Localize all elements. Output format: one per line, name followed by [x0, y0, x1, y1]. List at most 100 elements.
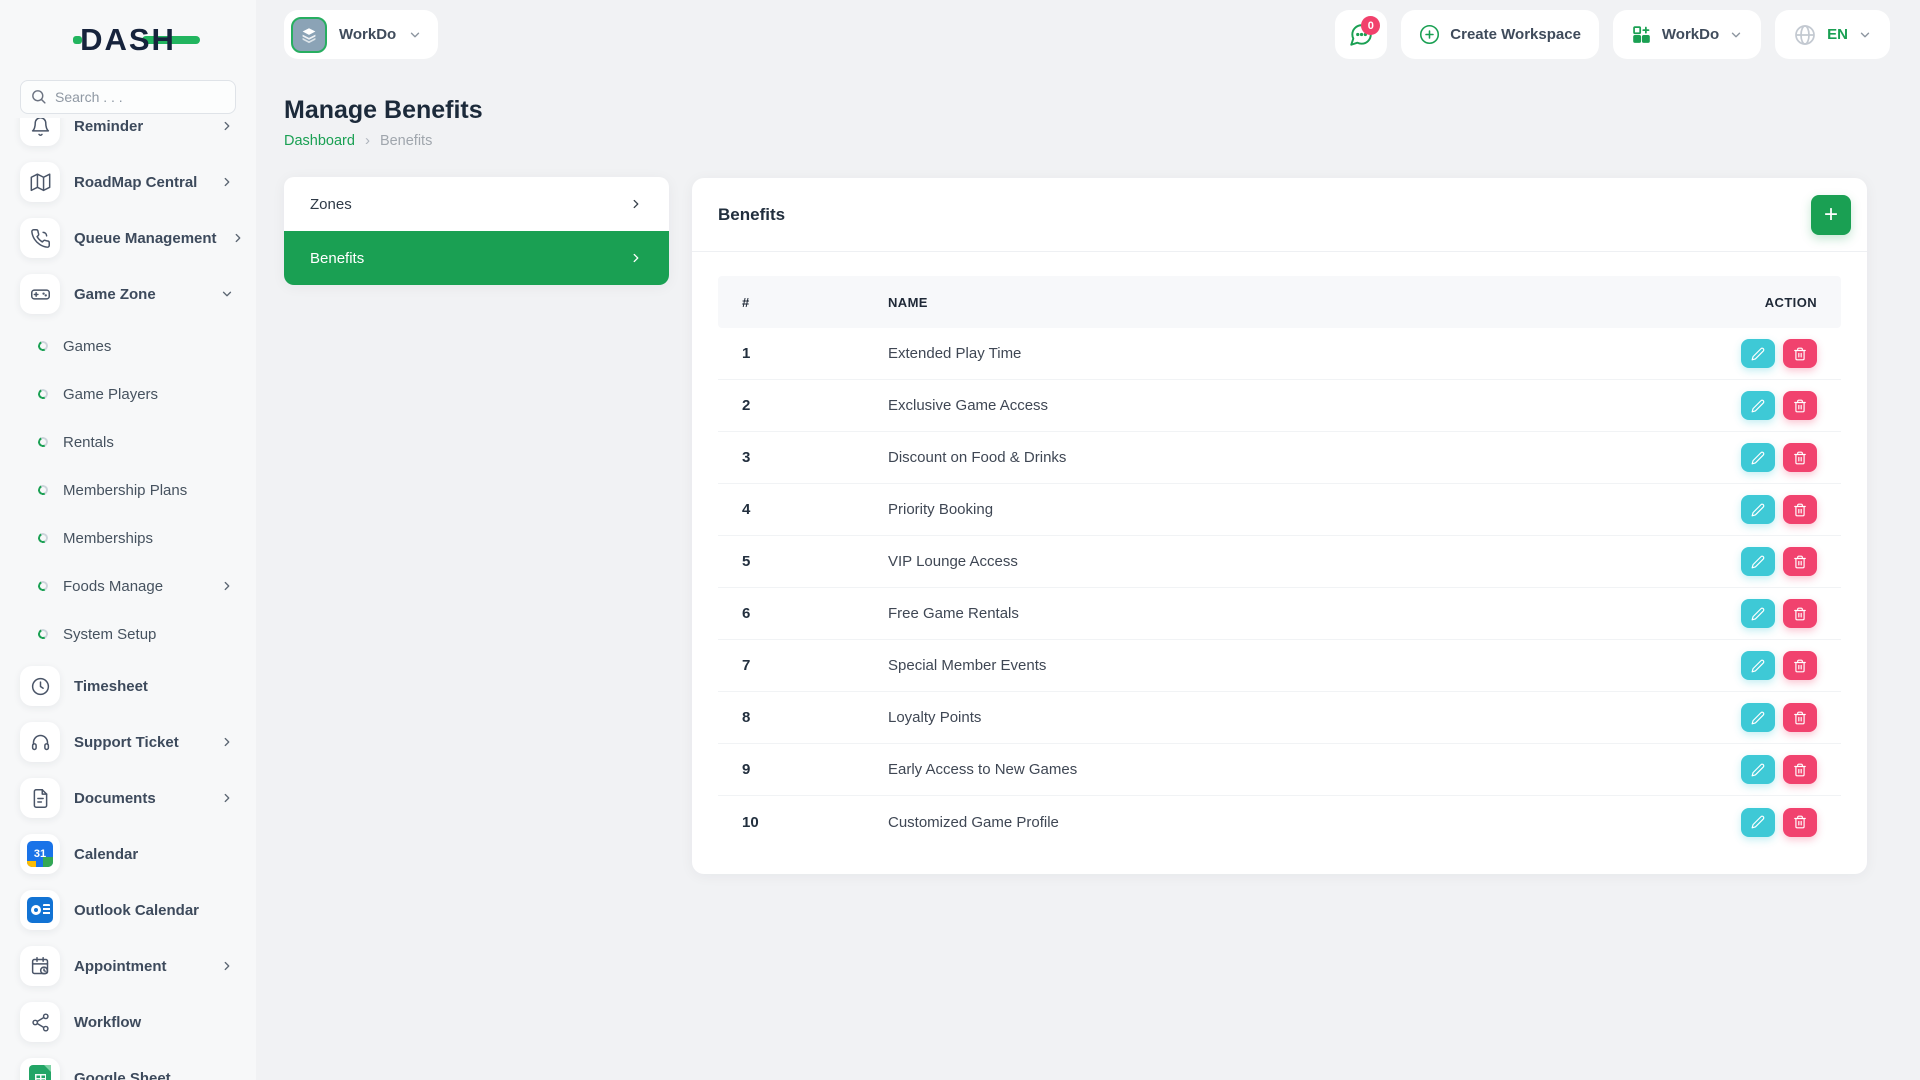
delete-button[interactable] [1783, 599, 1817, 628]
dot-icon [36, 627, 50, 641]
sidebar-item-label: Calendar [74, 845, 139, 863]
delete-button[interactable] [1783, 547, 1817, 576]
sidebar-item-rentals[interactable]: Rentals [0, 418, 256, 466]
sidebar-item-membership-plans[interactable]: Membership Plans [0, 466, 256, 514]
sidebar-item-timesheet[interactable]: Timesheet [0, 658, 256, 714]
sidebar-menu: Reminder RoadMap Central Queue Management G… [0, 118, 256, 1080]
sidebar-menu-viewport: Reminder RoadMap Central Queue Management G… [0, 118, 256, 1080]
breadcrumb: Dashboard › Benefits [284, 132, 432, 149]
dot-icon [36, 435, 50, 449]
headset-icon [20, 722, 60, 762]
add-benefit-button[interactable]: + [1811, 195, 1851, 235]
edit-button[interactable] [1741, 495, 1775, 524]
workspace-switcher[interactable]: WorkDo [1612, 10, 1762, 59]
sidebar-item-label: Game Zone [74, 285, 156, 303]
row-name: Early Access to New Games [888, 761, 1078, 778]
delete-button[interactable] [1783, 651, 1817, 680]
document-icon [20, 778, 60, 818]
edit-button[interactable] [1741, 443, 1775, 472]
outlook-icon [27, 897, 53, 923]
create-workspace-button[interactable]: Create Workspace [1401, 10, 1599, 59]
sidebar-item-reminder[interactable]: Reminder [0, 118, 256, 154]
language-selector[interactable]: EN [1775, 10, 1890, 59]
table-row: 10 Customized Game Profile [718, 796, 1841, 848]
sidebar-item-documents[interactable]: Documents [0, 770, 256, 826]
trash-icon [1794, 763, 1806, 776]
delete-button[interactable] [1783, 755, 1817, 784]
sidebar-item-game-zone[interactable]: Game Zone [0, 266, 256, 322]
dot-icon [36, 579, 50, 593]
edit-button[interactable] [1741, 755, 1775, 784]
table-row: 2 Exclusive Game Access [718, 380, 1841, 432]
delete-button[interactable] [1783, 391, 1817, 420]
sidebar-item-games[interactable]: Games [0, 322, 256, 370]
chevron-right-icon [629, 197, 643, 211]
grid-icon [1633, 26, 1650, 43]
sidebar-item-label: Memberships [63, 529, 154, 547]
delete-button[interactable] [1783, 703, 1817, 732]
row-name: Loyalty Points [888, 709, 982, 726]
sidebar-item-outlook-calendar[interactable]: Outlook Calendar [0, 882, 256, 938]
row-actions [1687, 651, 1817, 680]
pencil-icon [1751, 399, 1765, 412]
globe-icon [1795, 24, 1816, 45]
edit-button[interactable] [1741, 807, 1775, 837]
sidebar-item-label: Games [63, 337, 112, 355]
pencil-icon [1751, 451, 1765, 464]
table-row: 8 Loyalty Points [718, 692, 1841, 744]
search-input[interactable] [20, 80, 236, 114]
edit-button[interactable] [1741, 547, 1775, 576]
workspace-selector[interactable]: WorkDo [284, 10, 439, 59]
building-icon [291, 16, 327, 53]
chevron-down-icon [1858, 28, 1872, 42]
row-name: Discount on Food & Drinks [888, 449, 1067, 466]
edit-button[interactable] [1741, 703, 1775, 732]
delete-button[interactable] [1783, 339, 1817, 368]
sidebar-item-workflow[interactable]: Workflow [0, 994, 256, 1050]
submenu-item-zones[interactable]: Zones [284, 177, 669, 231]
edit-button[interactable] [1741, 599, 1775, 628]
table-row: 6 Free Game Rentals [718, 588, 1841, 640]
delete-button[interactable] [1783, 443, 1817, 472]
row-name: Exclusive Game Access [888, 397, 1049, 414]
row-actions [1687, 547, 1817, 576]
edit-button[interactable] [1741, 339, 1775, 368]
sidebar-item-support-ticket[interactable]: Support Ticket [0, 714, 256, 770]
workflow-icon [20, 1002, 60, 1042]
breadcrumb-separator: › [364, 132, 370, 149]
edit-button[interactable] [1741, 651, 1775, 680]
sidebar-item-queue-management[interactable]: Queue Management [0, 210, 256, 266]
row-number: 8 [742, 709, 751, 726]
pencil-icon [1751, 711, 1765, 724]
google-calendar-icon: 31 [27, 841, 53, 867]
sidebar-item-system-setup[interactable]: System Setup [0, 610, 256, 658]
sidebar-item-calendar[interactable]: 31 Calendar [0, 826, 256, 882]
sidebar-item-label: Workflow [74, 1013, 142, 1031]
google-sheet-icon [29, 1065, 51, 1080]
delete-button[interactable] [1783, 495, 1817, 524]
sidebar-item-memberships[interactable]: Memberships [0, 514, 256, 562]
sidebar-item-label: Reminder [74, 118, 144, 135]
dot-icon [36, 531, 50, 545]
submenu-item-label: Zones [310, 195, 352, 213]
submenu-item-benefits[interactable]: Benefits [284, 231, 669, 285]
sidebar-item-label: Google Sheet [74, 1069, 171, 1080]
benefits-table: # NAME ACTION 1 Extended Play Time 2 Exc… [692, 252, 1867, 848]
sidebar-item-game-players[interactable]: Game Players [0, 370, 256, 418]
sidebar-item-appointment[interactable]: Appointment [0, 938, 256, 994]
table-header: # NAME ACTION [718, 276, 1841, 328]
logo-text: DASH [80, 22, 176, 57]
sidebar-item-foods-manage[interactable]: Foods Manage [0, 562, 256, 610]
delete-button[interactable] [1783, 807, 1817, 837]
column-name: NAME [888, 294, 928, 310]
column-number: # [742, 294, 750, 310]
edit-button[interactable] [1741, 391, 1775, 420]
breadcrumb-dashboard-link[interactable]: Dashboard [284, 133, 355, 149]
sidebar-item-roadmap-central[interactable]: RoadMap Central [0, 154, 256, 210]
pencil-icon [1751, 763, 1765, 776]
table-row: 3 Discount on Food & Drinks [718, 432, 1841, 484]
sidebar-item-label: Queue Management [74, 229, 217, 247]
messages-button[interactable]: 0 [1335, 10, 1388, 59]
sidebar-item-google-sheet[interactable]: Google Sheet [0, 1050, 256, 1080]
row-actions [1687, 495, 1817, 524]
